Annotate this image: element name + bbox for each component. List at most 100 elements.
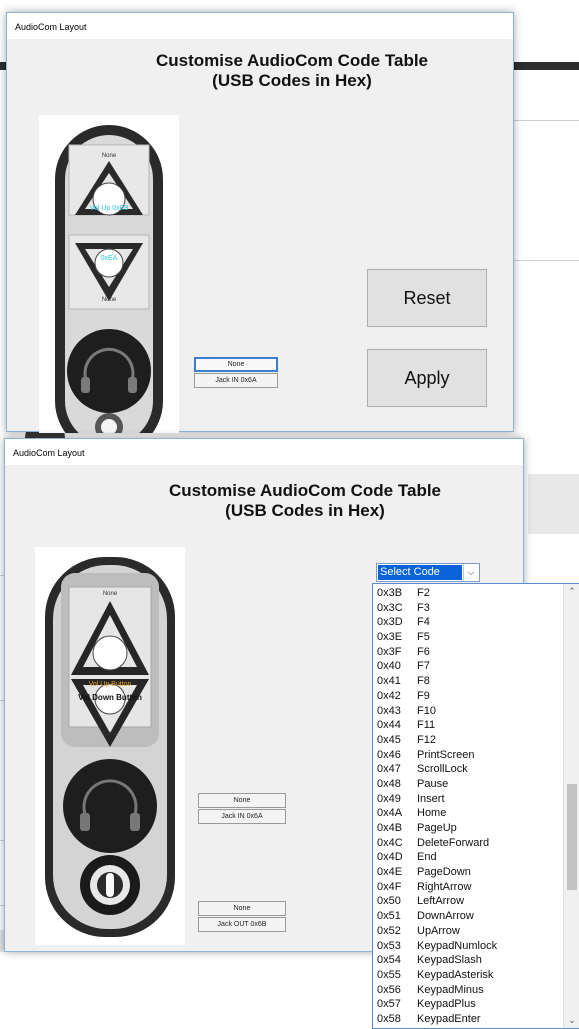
option-code: 0x55 <box>377 968 401 981</box>
option-key: End <box>417 851 437 864</box>
option-code: 0x56 <box>377 983 401 996</box>
option-key: KeypadMinus <box>417 983 484 996</box>
jack-in-value[interactable]: None <box>194 357 278 372</box>
chevron-down-icon[interactable]: ⌄ <box>564 1015 579 1026</box>
option-key: UpArrow <box>417 924 460 937</box>
option-key: RightArrow <box>417 880 472 893</box>
jack-in-label: Jack IN 0x6A <box>194 373 278 388</box>
option-code: 0x46 <box>377 748 401 761</box>
heading-line-1: Customise AudioCom Code Table <box>168 481 442 500</box>
scrollbar-thumb[interactable] <box>567 784 577 890</box>
option-code: 0x43 <box>377 704 401 717</box>
select-code-option[interactable]: 0x41 F8 <box>377 674 561 689</box>
select-code-option[interactable]: 0x40 F7 <box>377 659 561 674</box>
option-code: 0x41 <box>377 675 401 688</box>
select-code-option[interactable]: 0x43 F10 <box>377 704 561 719</box>
chevron-up-icon[interactable]: ⌃ <box>564 586 579 597</box>
option-code: 0x3D <box>377 616 403 629</box>
background-panel <box>528 474 579 534</box>
select-code-option[interactable]: 0x50 LeftArrow <box>377 894 561 909</box>
select-code-option[interactable]: 0x4D End <box>377 850 561 865</box>
option-code: 0x58 <box>377 1012 401 1025</box>
select-code-option[interactable]: 0x3B F2 <box>377 586 561 601</box>
apply-button[interactable]: Apply <box>367 349 487 407</box>
select-code-option[interactable]: 0x4E PageDown <box>377 865 561 880</box>
select-code-option[interactable]: 0x44 F11 <box>377 718 561 733</box>
device-top-label[interactable]: None <box>71 591 149 597</box>
option-code: 0x3E <box>377 631 403 644</box>
option-key: PageDown <box>417 866 471 879</box>
jack-out-value[interactable]: None <box>198 901 286 916</box>
select-code-option[interactable]: 0x55 KeypadAsterisk <box>377 968 561 983</box>
select-code-option[interactable]: 0x47 ScrollLock <box>377 762 561 777</box>
select-code-option[interactable]: 0x57 KeypadPlus <box>377 997 561 1012</box>
jack-in-label: Jack IN 0x6A <box>198 809 286 824</box>
option-key: Home <box>417 807 447 820</box>
heading-line-2: (USB Codes in Hex) <box>212 71 372 90</box>
device-top-label[interactable]: None <box>71 153 147 159</box>
select-code-option[interactable]: 0x3F F6 <box>377 645 561 660</box>
select-code-option[interactable]: 0x46 PrintScreen <box>377 748 561 763</box>
window-title: AudioCom Layout <box>7 13 513 39</box>
select-code-option[interactable]: 0x58 KeypadEnter <box>377 1012 561 1027</box>
option-key: F11 <box>417 719 436 732</box>
select-code-option[interactable]: 0x52 UpArrow <box>377 924 561 939</box>
dropdown-scrollbar[interactable]: ⌃ ⌄ <box>563 584 579 1028</box>
reset-button[interactable]: Reset <box>367 269 487 327</box>
option-key: DownArrow <box>417 910 474 923</box>
option-key: Insert <box>417 792 445 805</box>
select-code-option[interactable]: 0x49 Insert <box>377 792 561 807</box>
option-key: KeypadAsterisk <box>417 968 494 981</box>
audiocom-window-1: AudioCom Layout Customise AudioCom Code … <box>6 12 514 455</box>
option-code: 0x52 <box>377 924 401 937</box>
select-code-option[interactable]: 0x4F RightArrow <box>377 880 561 895</box>
option-key: F2 <box>417 587 430 599</box>
select-code-option[interactable]: 0x48 Pause <box>377 777 561 792</box>
option-code: 0x40 <box>377 660 401 673</box>
select-code-option[interactable]: 0x4C DeleteForward <box>377 836 561 851</box>
option-key: Pause <box>417 777 449 790</box>
option-key: KeypadEnter <box>417 1012 481 1025</box>
heading-line-1: Customise AudioCom Code Table <box>155 51 429 70</box>
select-code-option[interactable]: 0x51 DownArrow <box>377 909 561 924</box>
jack-out-label: Jack OUT 0x6B <box>198 917 286 932</box>
select-code-value: Select Code <box>378 565 462 580</box>
chevron-down-icon[interactable]: ⌵ <box>463 565 478 580</box>
option-key: F12 <box>417 733 436 746</box>
select-code-options: 0x3B F2 0x3C F3 0x3D F4 0x3E F5 0x3F F6 0x40 F7 0x41… <box>377 586 561 1027</box>
device-down-label: 0xEA <box>100 255 118 262</box>
device-illustration <box>55 125 163 455</box>
option-key: KeypadPlus <box>417 998 476 1011</box>
select-code-option[interactable]: 0x4A Home <box>377 806 561 821</box>
headset-icon <box>63 759 157 853</box>
heading-line-2: (USB Codes in Hex) <box>225 501 385 520</box>
option-code: 0x42 <box>377 689 401 702</box>
select-code-option[interactable]: 0x3E F5 <box>377 630 561 645</box>
option-code: 0x4D <box>377 851 403 864</box>
option-code: 0x4B <box>377 822 403 834</box>
option-key: F10 <box>417 704 436 717</box>
select-code-option[interactable]: 0x53 KeypadNumlock <box>377 939 561 954</box>
option-code: 0x4C <box>377 836 403 849</box>
select-code-combobox[interactable]: Select Code ⌵ <box>376 563 480 582</box>
jack-in-value[interactable]: None <box>198 793 286 808</box>
background-divider <box>510 260 579 261</box>
select-code-option[interactable]: 0x56 KeypadMinus <box>377 983 561 998</box>
background-divider <box>510 120 579 121</box>
option-key: F4 <box>417 616 430 629</box>
device-up-label: Vol Up Button <box>88 681 132 688</box>
select-code-option[interactable]: 0x3D F4 <box>377 615 561 630</box>
select-code-option[interactable]: 0x42 F9 <box>377 689 561 704</box>
select-code-option[interactable]: 0x54 KeypadSlash <box>377 953 561 968</box>
select-code-option[interactable]: 0x4B PageUp <box>377 821 561 836</box>
select-code-dropdown[interactable]: 0x3B F2 0x3C F3 0x3D F4 0x3E F5 0x3F F6 0x40 F7 0x41… <box>372 583 579 1029</box>
select-code-option[interactable]: 0x45 F12 <box>377 733 561 748</box>
option-key: F7 <box>417 660 430 673</box>
page-title: Customise AudioCom Code Table (USB Codes… <box>95 481 515 521</box>
device-bottom-label[interactable]: None <box>71 731 149 737</box>
select-code-option[interactable]: 0x3C F3 <box>377 601 561 616</box>
device-bottom-label[interactable]: None <box>71 297 147 303</box>
option-code: 0x3B <box>377 587 403 599</box>
option-code: 0x3C <box>377 601 403 614</box>
window-title: AudioCom Layout <box>5 439 523 465</box>
